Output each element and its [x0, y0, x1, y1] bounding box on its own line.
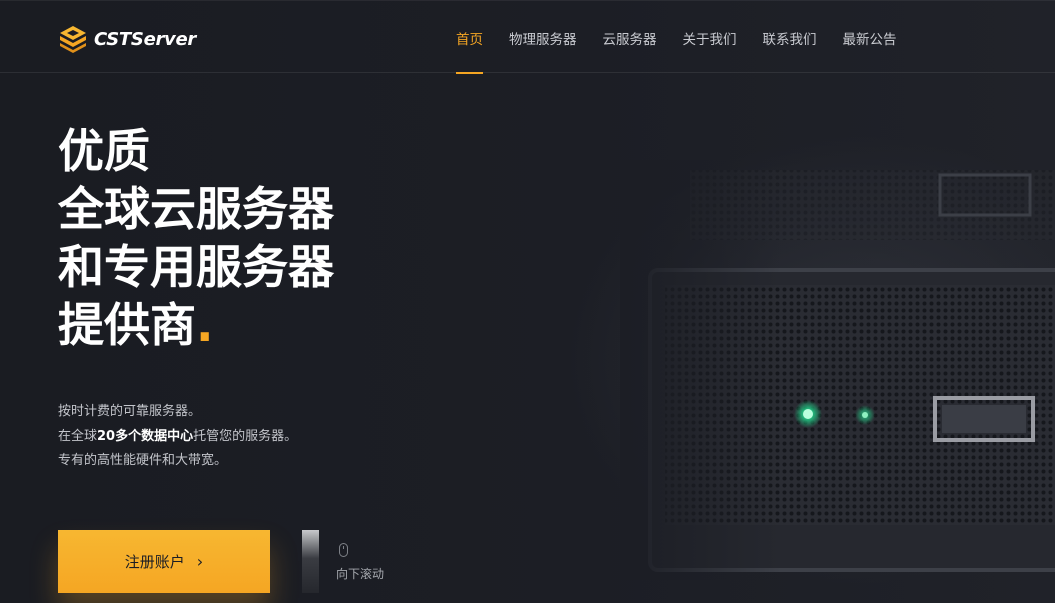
- headline-line-4: 提供商.: [58, 296, 334, 354]
- description-line-2-prefix: 在全球: [58, 428, 98, 444]
- headline-line-1: 优质: [58, 124, 150, 178]
- description-line-2: 在全球20多个数据中心托管您的服务器。: [58, 425, 297, 450]
- scroll-down-label: 向下滚动: [336, 567, 385, 581]
- headline-line-4-text: 提供商: [58, 298, 196, 352]
- hero-description: 按时计费的可靠服务器。 在全球20多个数据中心托管您的服务器。 专有的高性能硬件…: [58, 400, 297, 474]
- brand-logo[interactable]: CSTServer: [58, 23, 196, 55]
- scroll-down-hint[interactable]: 向下滚动: [336, 543, 396, 582]
- description-line-3: 专有的高性能硬件和大带宽。: [58, 453, 228, 468]
- nav-item-home[interactable]: 首页: [456, 1, 483, 74]
- nav-item-announcements[interactable]: 最新公告: [843, 1, 897, 74]
- register-account-button[interactable]: 注册账户 ›: [58, 530, 270, 593]
- nav-item-dedicated-servers[interactable]: 物理服务器: [509, 1, 577, 74]
- scroll-progress-bar: [302, 530, 319, 593]
- server-rack-illustration: [620, 160, 1055, 580]
- layered-cube-logo-icon: [60, 26, 86, 53]
- register-account-label: 注册账户: [124, 553, 185, 571]
- description-line-2-suffix: 托管您的服务器。: [193, 428, 298, 444]
- nav-item-contact-us[interactable]: 联系我们: [763, 1, 817, 74]
- nav-item-cloud-servers[interactable]: 云服务器: [603, 1, 657, 74]
- nav-item-about-us[interactable]: 关于我们: [683, 1, 737, 74]
- site-header: CSTServer 首页 物理服务器 云服务器 关于我们 联系我们 最新公告: [0, 0, 1055, 74]
- mouse-icon: [339, 543, 348, 557]
- datacenter-count-highlight: 20多个数据中心: [97, 428, 194, 444]
- main-nav: 首页 物理服务器 云服务器 关于我们 联系我们 最新公告: [456, 1, 923, 74]
- headline-line-2: 全球云服务器: [58, 182, 334, 236]
- chevron-right-icon: ›: [196, 552, 204, 571]
- accent-dot: .: [196, 298, 214, 352]
- brand-name: CSTServer: [94, 28, 196, 50]
- headline-line-3: 和专用服务器: [58, 240, 334, 294]
- description-line-1: 按时计费的可靠服务器。: [58, 404, 202, 419]
- hero-headline: 优质 全球云服务器 和专用服务器 提供商.: [58, 122, 334, 354]
